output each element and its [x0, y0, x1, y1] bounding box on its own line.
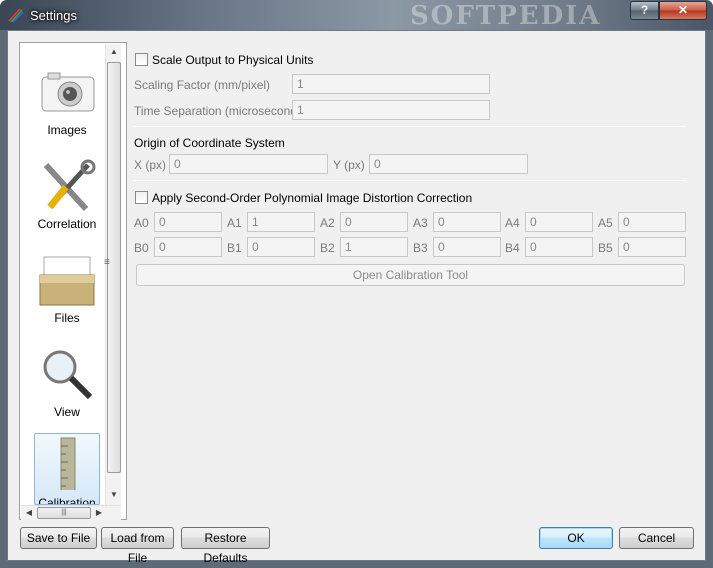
coef-a5-field[interactable]	[618, 212, 686, 232]
title-bar[interactable]: Settings SOFTPEDIA ? ✕	[0, 0, 713, 31]
coef-a4-field[interactable]	[525, 212, 593, 232]
coef-b3-label: B3	[413, 241, 428, 255]
magnifier-icon	[43, 350, 93, 400]
coef-b5-field[interactable]	[618, 237, 686, 257]
scroll-left-icon[interactable]: ◀	[21, 508, 37, 517]
dialog-body: Images Correlation Files View Calibratio…	[7, 30, 706, 565]
scale-output-label: Scale Output to Physical Units	[152, 53, 314, 67]
horizontal-scroll-thumb[interactable]: |||	[37, 507, 91, 519]
coef-a4-label: A4	[505, 216, 520, 230]
coef-a2-label: A2	[320, 216, 335, 230]
app-icon	[8, 8, 24, 23]
ok-button[interactable]: OK	[539, 527, 613, 549]
origin-y-label: Y (px)	[333, 158, 365, 172]
distortion-correction-label: Apply Second-Order Polynomial Image Dist…	[152, 191, 473, 205]
sidebar-item-label: Images	[47, 123, 87, 137]
time-separation-label: Time Separation (microseconds)	[134, 104, 307, 118]
sidebar-horizontal-scrollbar[interactable]: ◀ ||| ▶	[21, 505, 121, 520]
origin-y-field[interactable]	[369, 154, 528, 174]
sidebar-item-correlation[interactable]: Correlation	[34, 159, 100, 231]
load-from-file-button[interactable]: Load from File	[101, 527, 174, 565]
coef-a2-field[interactable]	[340, 212, 408, 232]
sidebar-item-view[interactable]: View	[34, 347, 100, 419]
help-button[interactable]: ?	[630, 1, 659, 20]
window-title: Settings	[30, 8, 77, 23]
scaling-factor-label: Scaling Factor (mm/pixel)	[134, 78, 271, 92]
close-button[interactable]: ✕	[659, 1, 707, 20]
coef-b4-label: B4	[505, 241, 520, 255]
coef-a0-field[interactable]	[154, 212, 222, 232]
origin-x-label: X (px)	[134, 158, 167, 172]
sidebar-item-files[interactable]: Files	[34, 253, 100, 325]
tools-icon	[43, 159, 96, 212]
coef-a1-label: A1	[227, 216, 242, 230]
scroll-down-icon[interactable]: ▼	[106, 490, 122, 499]
camera-icon	[41, 72, 95, 112]
sidebar-item-label: Files	[54, 311, 80, 325]
coef-b4-field[interactable]	[525, 237, 593, 257]
coef-a3-field[interactable]	[433, 212, 501, 232]
section-divider	[134, 126, 686, 127]
coef-b1-label: B1	[227, 241, 242, 255]
coef-a0-label: A0	[134, 216, 149, 230]
scroll-right-icon[interactable]: ▶	[91, 508, 107, 517]
splitter-grip-icon[interactable]: ≡	[104, 257, 110, 268]
sidebar-item-images[interactable]: Images	[34, 65, 100, 137]
category-sidebar: Images Correlation Files View Calibratio…	[19, 42, 127, 520]
scale-output-checkbox[interactable]	[135, 53, 148, 66]
scroll-up-icon[interactable]: ▲	[106, 47, 122, 56]
coef-b5-label: B5	[598, 241, 613, 255]
folder-icon	[39, 256, 95, 306]
coef-b3-field[interactable]	[433, 237, 501, 257]
coef-b2-label: B2	[320, 241, 335, 255]
scaling-factor-field[interactable]	[292, 74, 490, 94]
time-separation-field[interactable]	[292, 100, 490, 120]
coef-a1-field[interactable]	[247, 212, 315, 232]
watermark: SOFTPEDIA	[410, 1, 602, 31]
sidebar-item-label: Correlation	[37, 217, 97, 231]
coef-a5-label: A5	[598, 216, 613, 230]
coef-b0-label: B0	[134, 241, 149, 255]
coef-b0-field[interactable]	[154, 237, 222, 257]
restore-defaults-button[interactable]: Restore Defaults	[181, 527, 270, 565]
ruler-icon	[60, 437, 76, 490]
cancel-button[interactable]: Cancel	[619, 527, 694, 549]
save-to-file-button[interactable]: Save to File	[20, 527, 97, 549]
origin-heading: Origin of Coordinate System	[134, 136, 285, 150]
open-calibration-tool-button[interactable]: Open Calibration Tool	[136, 264, 685, 286]
sidebar-item-label: View	[54, 405, 80, 419]
distortion-correction-checkbox[interactable]	[135, 191, 148, 204]
settings-window: Settings SOFTPEDIA ? ✕ Images Correlatio…	[0, 0, 713, 568]
section-divider	[134, 180, 686, 181]
coef-a3-label: A3	[413, 216, 428, 230]
origin-x-field[interactable]	[169, 154, 328, 174]
sidebar-item-label: Calibration	[38, 496, 96, 505]
sidebar-item-calibration[interactable]: Calibration	[34, 433, 100, 505]
sidebar-vertical-scrollbar[interactable]: ▲ ▼	[105, 44, 121, 505]
coef-b2-field[interactable]	[340, 237, 408, 257]
coef-b1-field[interactable]	[247, 237, 315, 257]
